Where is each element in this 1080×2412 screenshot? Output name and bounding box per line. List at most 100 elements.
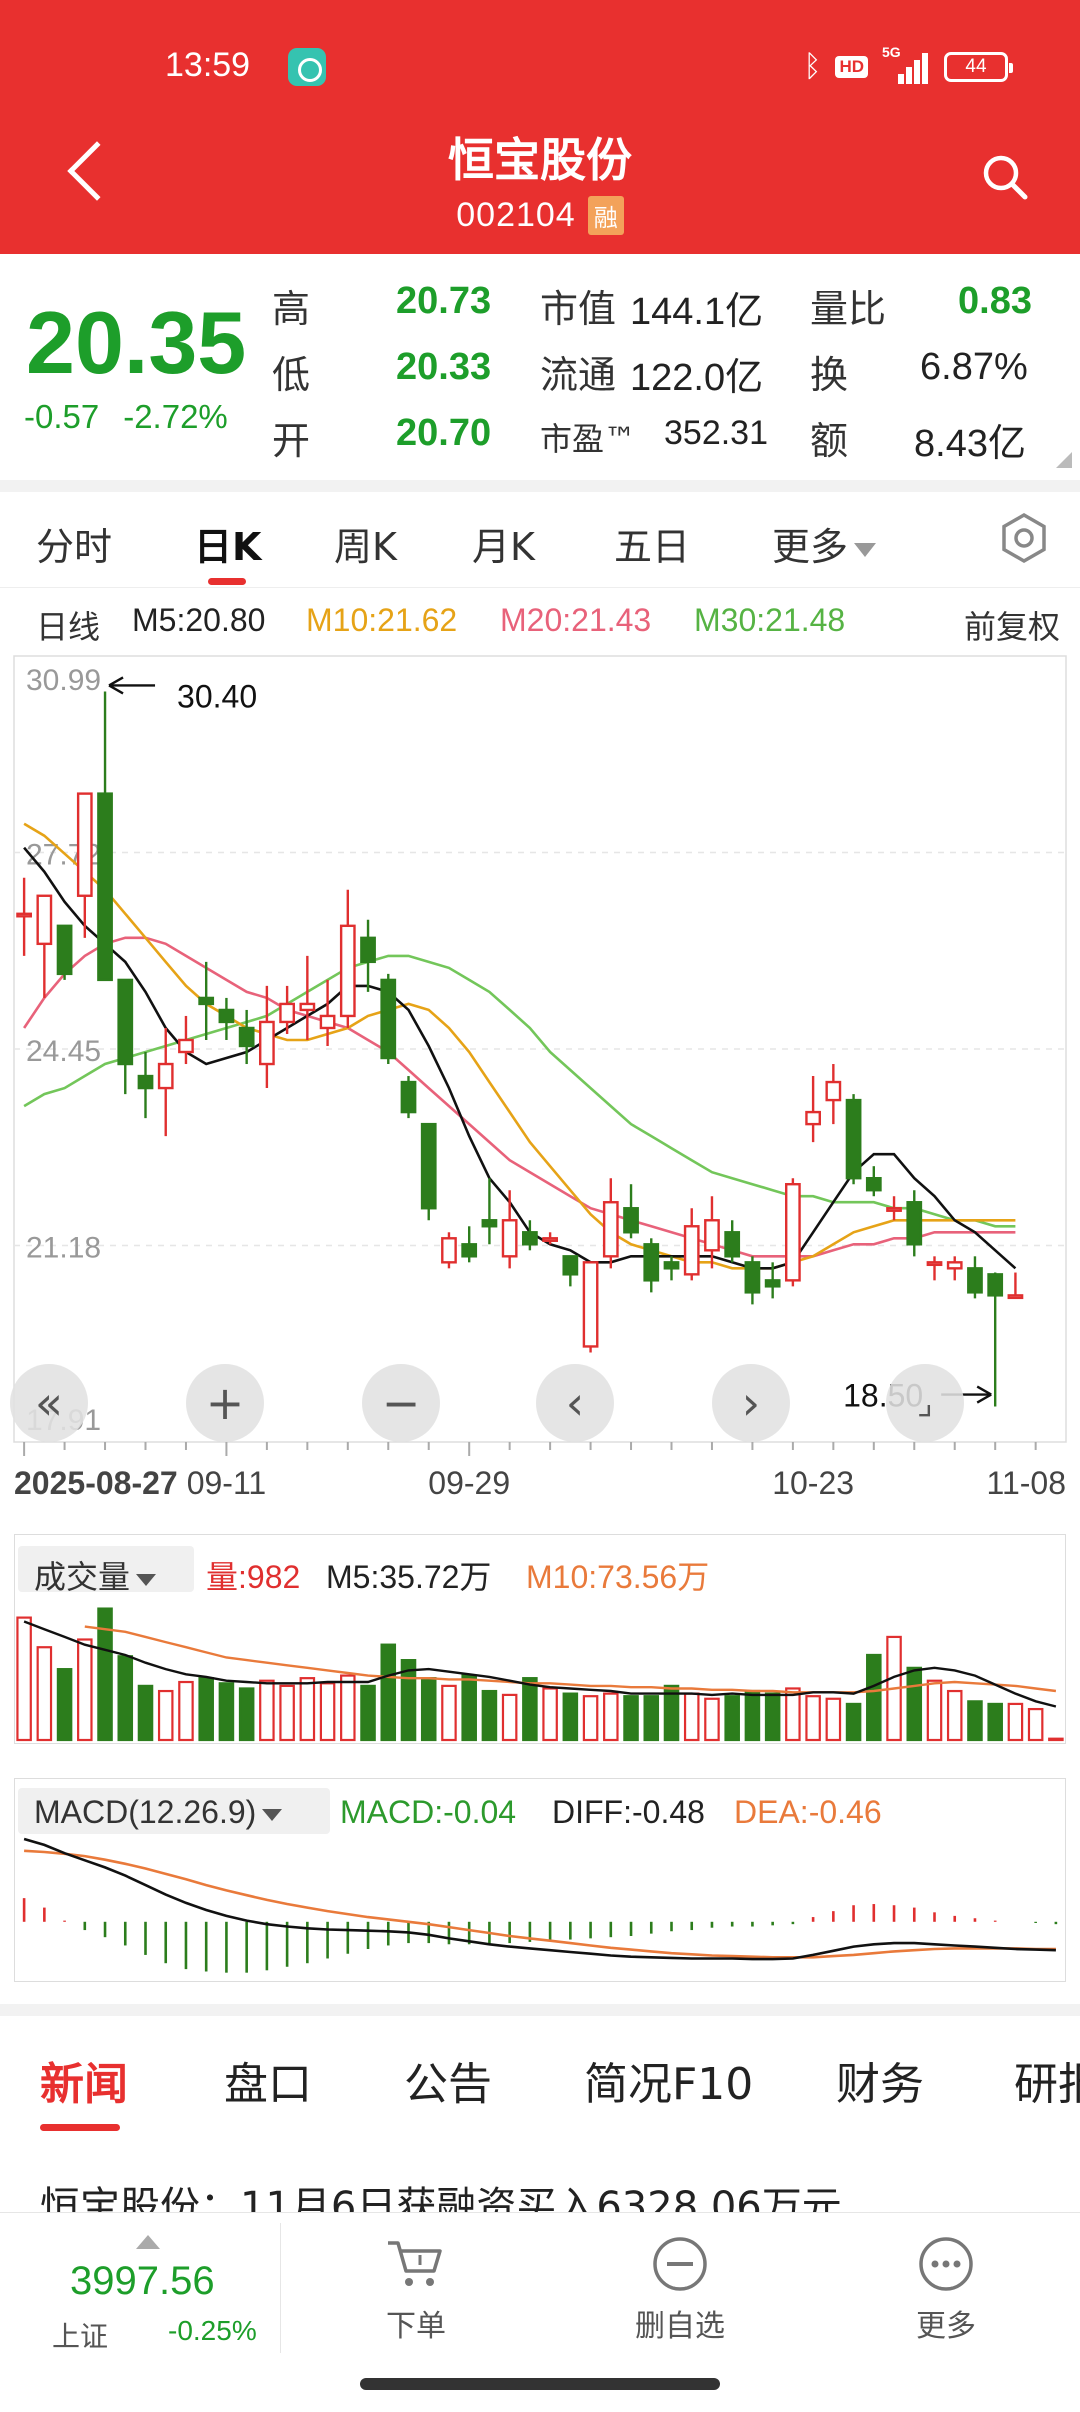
double-chevron-left-icon: «: [34, 1376, 64, 1430]
tab-daily-k[interactable]: 日K: [194, 516, 261, 571]
candle-body: [441, 1237, 457, 1264]
candle: [926, 1256, 943, 1281]
tab-order-book[interactable]: 盘口: [224, 2048, 312, 2112]
candle: [97, 691, 113, 982]
candle-body: [967, 1267, 983, 1294]
candle-body: [562, 1255, 579, 1276]
candle: [906, 1190, 923, 1257]
open-label: 开: [272, 419, 311, 463]
candle-body: [724, 1231, 741, 1258]
candle-body: [319, 1014, 336, 1030]
x-axis-label: 11-08: [987, 1465, 1066, 1501]
candle: [360, 919, 376, 992]
news-headline[interactable]: 恒宝股份：11月6日获融资买入6328.06万元: [40, 2174, 1080, 2214]
candle: [501, 1190, 518, 1269]
fullscreen-button[interactable]: ⌟: [886, 1364, 964, 1442]
quote-panel[interactable]: 20.35 -0.57 -2.72% 高 20.73 低 20.33 开 20.7…: [0, 254, 1080, 480]
pe-value: 352.31: [664, 414, 768, 452]
search-icon[interactable]: [980, 152, 1030, 202]
candle-body: [845, 1098, 862, 1180]
dropdown-caret-icon: [136, 1573, 157, 1586]
macd-value: MACD:-0.04: [340, 1794, 517, 1830]
volume-m5: M5:35.72万: [326, 1559, 492, 1595]
candle: [724, 1220, 741, 1263]
tab-intraday[interactable]: 分时: [36, 516, 112, 571]
candle-body: [926, 1261, 943, 1267]
stock-code-row: 002104 融: [0, 196, 1080, 235]
network-type: 5G: [882, 44, 901, 60]
rewind-button[interactable]: «: [10, 1364, 88, 1442]
change-amount: -0.57: [24, 398, 100, 435]
divider: [280, 2223, 281, 2353]
adjust-mode[interactable]: 前复权: [964, 602, 1060, 648]
candle: [967, 1256, 983, 1299]
candle: [16, 877, 32, 956]
candle-body: [886, 1207, 902, 1212]
candle-body: [785, 1183, 801, 1282]
tab-monthly-k[interactable]: 月K: [472, 516, 535, 571]
index-ticker[interactable]: 3997.56 上证 -0.25%: [0, 2213, 280, 2363]
bottom-bar: 3997.56 上证 -0.25% 下单 删自选 更多: [0, 2212, 1080, 2362]
order-button[interactable]: 下单: [336, 2223, 496, 2353]
chart-period-tabs: 分时 日K 周K 月K 五日 更多: [0, 492, 1080, 588]
x-axis-label: 09-11: [187, 1465, 266, 1501]
volume-indicator-name: 成交量: [34, 1552, 157, 1598]
home-indicator[interactable]: [360, 2378, 720, 2390]
tab-news[interactable]: 新闻: [40, 2048, 128, 2112]
stock-name: 恒宝股份: [448, 133, 632, 187]
tab-five-day[interactable]: 五日: [614, 516, 690, 571]
candle: [582, 1261, 599, 1353]
bluetooth-icon: ᛒ: [803, 50, 822, 83]
plus-icon: +: [205, 1376, 245, 1430]
candle: [420, 1122, 437, 1221]
chart-settings-icon[interactable]: [998, 512, 1050, 564]
candle: [299, 955, 316, 1040]
volume-indicator-label: 成交量: [34, 1559, 131, 1595]
tab-more[interactable]: 更多: [772, 516, 877, 571]
remove-watchlist-button[interactable]: 删自选: [600, 2223, 760, 2353]
low-label: 低: [272, 353, 311, 397]
candle: [1007, 1272, 1024, 1300]
x-axis-label: 09-29: [428, 1465, 510, 1501]
candle-body: [501, 1219, 518, 1258]
pan-left-button[interactable]: ‹: [536, 1364, 614, 1442]
more-button[interactable]: 更多: [866, 2223, 1026, 2353]
candle-body: [623, 1207, 639, 1234]
ma20-value: M20:21.43: [500, 602, 652, 638]
tab-research[interactable]: 研报: [1014, 2048, 1080, 2110]
index-change: -0.25%: [168, 2315, 257, 2346]
candle-body: [522, 1231, 538, 1246]
candle: [279, 985, 295, 1034]
max-price-label: 30.40: [177, 678, 257, 714]
ma20-line: [23, 936, 1016, 1258]
tab-announcements[interactable]: 公告: [404, 2048, 492, 2112]
candle-body: [238, 1026, 255, 1048]
ma5-value: M5:20.80: [132, 602, 266, 638]
candle-body: [805, 1110, 821, 1126]
x-axis-label: 10-23: [772, 1465, 854, 1501]
candle-body: [704, 1219, 720, 1252]
more-dots-icon: [919, 2237, 973, 2291]
tab-more-label: 更多: [772, 525, 849, 569]
tab-weekly-k[interactable]: 周K: [334, 516, 397, 571]
mktcap-label: 市值: [540, 287, 617, 331]
zoom-in-button[interactable]: +: [186, 1364, 264, 1442]
candle-body: [744, 1261, 761, 1294]
candle: [137, 1052, 154, 1119]
notification-app-icon: [288, 48, 326, 86]
candle: [602, 1178, 619, 1269]
tab-profile-f10[interactable]: 简况F10: [584, 2048, 753, 2112]
ma-legend: 日线 M5:20.80 M10:21.62 M20:21.43 M30:21.4…: [0, 596, 1080, 648]
macd-indicator-label: MACD(12.26.9): [34, 1794, 257, 1830]
candle-body: [198, 996, 215, 1006]
index-name: 上证: [52, 2320, 109, 2353]
expand-corner-icon[interactable]: [1056, 452, 1072, 468]
tab-financials[interactable]: 财务: [836, 2048, 924, 2112]
zoom-out-button[interactable]: −: [362, 1364, 440, 1442]
candle: [400, 1076, 417, 1119]
candle-body: [36, 894, 53, 946]
pan-right-button[interactable]: ›: [712, 1364, 790, 1442]
active-news-tab-indicator: [40, 2124, 120, 2131]
candle-body: [420, 1122, 437, 1210]
candle-body: [481, 1219, 498, 1228]
